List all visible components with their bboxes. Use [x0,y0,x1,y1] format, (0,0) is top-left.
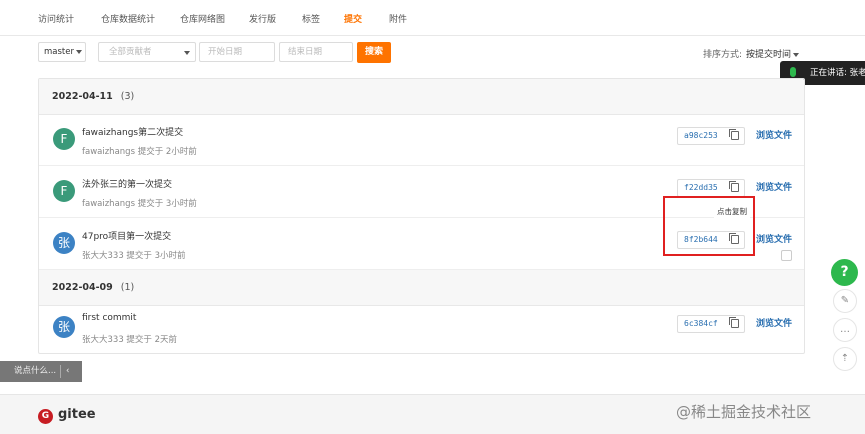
sort-value: 按提交时间 [746,50,792,60]
branch-select[interactable]: master [38,42,86,62]
divider [60,365,61,378]
chevron-down-icon [75,49,82,54]
branch-select-value: master [44,47,74,57]
avatar[interactable]: F [53,128,75,150]
copy-icon[interactable] [729,317,739,328]
author-select[interactable]: 全部贡献者 [98,42,196,62]
commit-row: 张 first commit 张大大333 提交于 2天前 6c384cf 浏览… [39,303,804,353]
commit-sha-text: f22dd35 [684,183,718,192]
commit-sha[interactable]: 6c384cf [677,315,745,333]
commit-row: F fawaizhangs第二次提交 fawaizhangs 提交于 2小时前 … [39,115,804,166]
avatar[interactable]: 张 [53,316,75,338]
commit-sha[interactable]: a98c253 [677,127,745,145]
gitee-brand[interactable]: gitee [58,407,96,422]
commit-sha-text: 6c384cf [684,319,718,328]
avatar[interactable]: 张 [53,232,75,254]
speaking-text: 正在讲话: 张老 [810,68,865,78]
tab-repo-network[interactable]: 仓库网络图 [180,12,225,25]
tab-tags[interactable]: 标签 [302,12,320,25]
commit-title[interactable]: 法外张三的第一次提交 [82,177,172,190]
microphone-icon [790,67,796,77]
watermark: @稀土掘金技术社区 [676,403,812,421]
gitee-logo-icon[interactable]: G [38,409,53,424]
sort-control[interactable]: 排序方式: 按提交时间 [703,47,800,60]
group-count: (1) [120,282,135,293]
commit-meta: 张大大333 提交于 3小时前 [82,251,186,261]
tab-releases[interactable]: 发行版 [249,12,276,25]
help-button[interactable]: ? [831,259,858,286]
copy-tooltip: 点击复制 [714,205,750,218]
comment-icon[interactable]: … [833,318,857,342]
commit-title[interactable]: 47pro项目第一次提交 [82,229,171,242]
start-date-input[interactable]: 开始日期 [199,42,275,62]
chevron-down-icon [184,51,190,55]
end-date-input[interactable]: 结束日期 [279,42,353,62]
edit-icon[interactable]: ✎ [833,289,857,313]
group-date: 2022-04-09 [52,282,113,293]
sort-label: 排序方式: [703,50,743,60]
chevron-left-icon[interactable]: ‹ [66,361,69,382]
top-nav: 访问统计 仓库数据统计 仓库网络图 发行版 标签 提交 附件 [0,0,865,36]
tab-visit-stats[interactable]: 访问统计 [38,12,74,25]
chevron-down-icon [793,52,800,57]
avatar[interactable]: F [53,180,75,202]
search-button[interactable]: 搜索 [357,42,391,63]
commit-title[interactable]: first commit [82,313,136,323]
group-date: 2022-04-11 [52,91,113,102]
copy-icon[interactable] [729,181,739,192]
commit-meta: 张大大333 提交于 2天前 [82,335,178,345]
comment-tray-label: 说点什么... [14,366,57,376]
footer: G gitee @稀土掘金技术社区 [0,394,865,434]
browse-files-link[interactable]: 浏览文件 [756,128,792,141]
browse-files-link[interactable]: 浏览文件 [756,180,792,193]
commit-meta: fawaizhangs 提交于 3小时前 [82,199,197,209]
commit-group-header: 2022-04-11 (3) [39,79,804,115]
commit-sha-text: a98c253 [684,131,718,140]
tab-attachments[interactable]: 附件 [389,12,407,25]
commit-title[interactable]: fawaizhangs第二次提交 [82,125,183,138]
group-count: (3) [120,91,135,102]
commit-group-header: 2022-04-09 (1) [39,270,804,306]
copy-icon[interactable] [729,129,739,140]
commit-meta: fawaizhangs 提交于 2小时前 [82,147,197,157]
back-to-top-icon[interactable]: ⇡ [833,347,857,371]
commit-sha[interactable]: f22dd35 [677,179,745,197]
browse-files-link[interactable]: 浏览文件 [756,232,792,245]
browse-files-link[interactable]: 浏览文件 [756,316,792,329]
tab-repo-data-stats[interactable]: 仓库数据统计 [101,12,155,25]
author-select-placeholder: 全部贡献者 [109,47,152,57]
select-checkbox[interactable] [781,250,792,261]
tab-commits[interactable]: 提交 [344,12,362,25]
comment-tray[interactable]: 说点什么... ‹ [0,361,82,382]
